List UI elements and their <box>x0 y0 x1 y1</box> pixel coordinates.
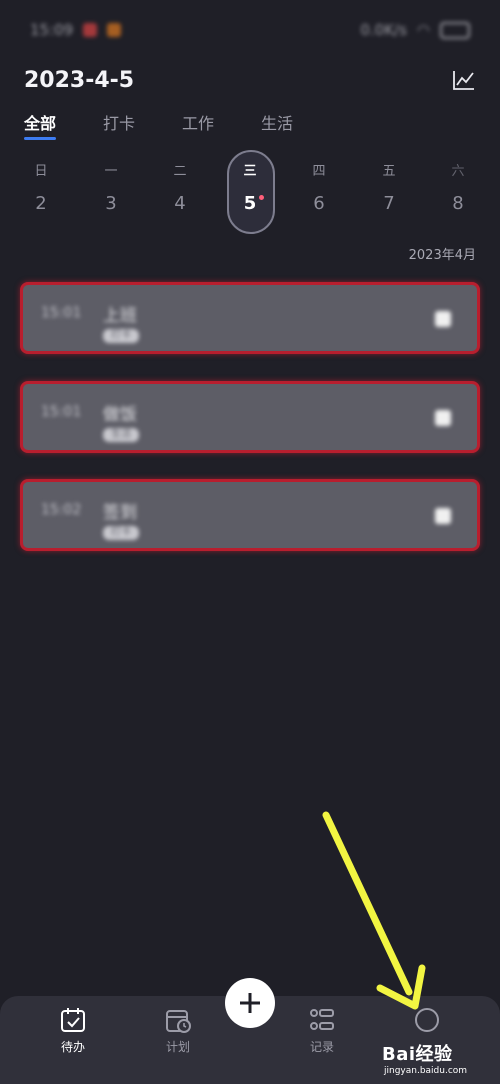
task-title: 签到 <box>103 503 137 523</box>
add-task-button[interactable] <box>225 978 275 1028</box>
task-title: 上班 <box>103 306 137 326</box>
task-time: 15:01 <box>41 305 82 321</box>
tab-life[interactable]: 生活 <box>261 110 293 140</box>
task-time: 15:02 <box>41 502 82 518</box>
calendar-clock-icon <box>166 1010 191 1033</box>
day-fri[interactable]: 五 7 <box>364 150 414 234</box>
watermark-main: Bai经验 <box>382 1044 453 1065</box>
nav-plan-label: 计划 <box>165 1040 190 1054</box>
day-thu[interactable]: 四 6 <box>294 150 344 234</box>
nav-record[interactable]: 记录 <box>287 1006 357 1055</box>
nav-plan[interactable]: 计划 <box>143 1006 213 1055</box>
wifi-icon: ◠ <box>416 21 430 39</box>
status-bar: 15:09 0.0K/s ◠ <box>0 0 500 60</box>
category-tabs: 全部 打卡 工作 生活 <box>24 110 293 140</box>
task-card[interactable]: 15:01 上班 打卡 <box>20 282 480 354</box>
plus-icon <box>240 993 260 1013</box>
day-tue[interactable]: 二 4 <box>155 150 205 234</box>
task-checkbox[interactable] <box>435 410 451 426</box>
day-mon[interactable]: 一 3 <box>86 150 136 234</box>
task-checkbox[interactable] <box>435 311 451 327</box>
day-sat[interactable]: 六 8 <box>433 150 483 234</box>
profile-icon <box>415 1008 439 1032</box>
task-time: 15:01 <box>41 404 82 420</box>
battery-icon <box>440 21 470 39</box>
watermark-sub: jingyan.baidu.com <box>384 1066 468 1076</box>
baidu-watermark: Bai经验 jingyan.baidu.com <box>382 1036 500 1084</box>
tab-checkin[interactable]: 打卡 <box>103 110 135 140</box>
line-chart-icon[interactable] <box>452 68 476 92</box>
calendar-check-icon <box>61 1008 85 1032</box>
nav-todo[interactable]: 待办 <box>38 1006 108 1055</box>
task-tag: 生活 <box>103 428 139 442</box>
tab-all[interactable]: 全部 <box>24 110 57 140</box>
task-card[interactable]: 15:02 签到 打卡 <box>20 479 480 551</box>
header: 2023-4-5 <box>24 62 476 98</box>
notification-icon <box>83 23 98 37</box>
has-task-dot <box>259 195 264 200</box>
day-wed-selected[interactable]: 三 5 <box>225 150 275 234</box>
network-speed: 0.0K/s <box>360 21 407 39</box>
task-tag: 打卡 <box>103 526 139 540</box>
nav-mine[interactable] <box>392 1006 462 1038</box>
month-label: 2023年4月 <box>408 248 476 263</box>
task-card[interactable]: 15:01 做饭 生活 <box>20 381 480 453</box>
page-title: 2023-4-5 <box>24 67 135 93</box>
tab-work[interactable]: 工作 <box>182 110 214 140</box>
task-checkbox[interactable] <box>435 508 451 524</box>
list-record-icon <box>310 1009 334 1030</box>
nav-record-label: 记录 <box>309 1040 334 1054</box>
nav-todo-label: 待办 <box>60 1040 85 1054</box>
task-tag: 打卡 <box>103 329 139 343</box>
day-sun[interactable]: 日 2 <box>16 150 66 234</box>
task-title: 做饭 <box>103 405 137 425</box>
week-strip: 日 2 一 3 二 4 三 5 四 6 五 7 六 8 <box>0 150 500 234</box>
status-time: 15:09 <box>30 21 74 39</box>
app-icon <box>107 23 122 37</box>
